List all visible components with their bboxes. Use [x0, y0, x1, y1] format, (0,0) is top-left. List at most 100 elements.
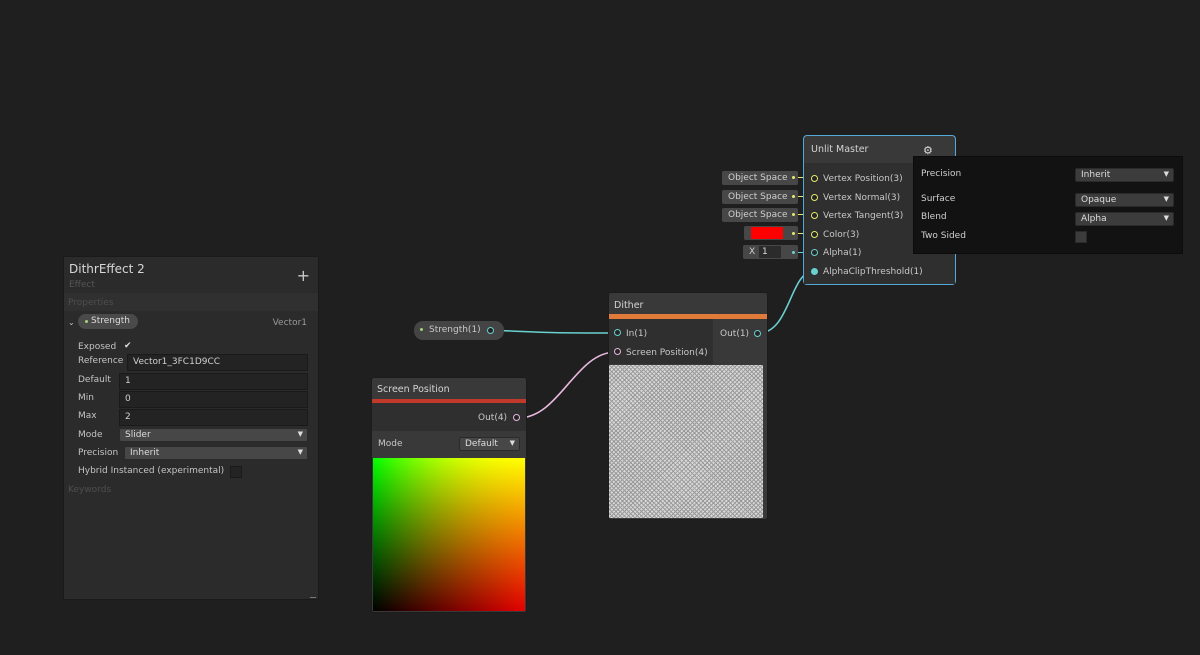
connector-dot-icon [792, 195, 795, 198]
alpha-port-label: Alpha(1) [823, 248, 862, 258]
screen-position-mode-label: Mode [378, 439, 403, 449]
vertex-tangent-space-input[interactable]: Object Space [722, 208, 798, 222]
hybrid-checkbox[interactable] [230, 466, 242, 478]
hybrid-label: Hybrid Instanced (experimental) [78, 466, 225, 476]
precision-row: Precision Inherit ▼ [64, 446, 318, 462]
dither-output-label: Out(1) [720, 329, 750, 339]
color-swatch[interactable] [751, 227, 783, 239]
dither-input-2-port[interactable] [614, 348, 621, 355]
two-sided-checkbox[interactable] [1075, 231, 1087, 243]
reference-row: Reference Vector1_3FC1D9CC [64, 354, 318, 371]
default-label: Default [78, 375, 111, 385]
settings-blend-label: Blend [921, 212, 947, 222]
screen-position-preview [373, 458, 525, 611]
wire-strength-to-dither [489, 329, 617, 334]
alpha-axis-label: X [749, 247, 756, 257]
dither-output-port[interactable] [754, 330, 761, 337]
dropdown-arrow-icon: ▼ [1163, 170, 1169, 178]
settings-blend-dropdown[interactable]: Alpha ▼ [1075, 212, 1174, 226]
settings-surface-value: Opaque [1081, 195, 1117, 205]
connector-dot-icon [792, 213, 795, 216]
unlit-master-title: Unlit Master [811, 144, 869, 155]
dither-input-1-port[interactable] [614, 329, 621, 336]
mode-row: Mode Slider ▼ [64, 428, 318, 444]
precision-dropdown[interactable]: Inherit ▼ [124, 446, 308, 460]
alpha-input[interactable]: X 1 [743, 245, 798, 259]
min-value: 0 [125, 394, 131, 404]
property-type: Vector1 [272, 318, 307, 328]
dropdown-arrow-icon: ▼ [1163, 195, 1169, 203]
settings-precision-dropdown[interactable]: Inherit ▼ [1075, 168, 1174, 182]
vertex-position-port[interactable] [811, 175, 818, 182]
precision-label: Precision [78, 448, 119, 458]
mode-dropdown[interactable]: Slider ▼ [119, 428, 308, 442]
screen-position-node[interactable]: Screen Position Out(4) Mode Default ▼ [371, 377, 527, 613]
master-settings-panel: Precision Inherit ▼ Surface Opaque ▼ Ble… [913, 156, 1183, 254]
wire-screenpos-to-dither [517, 351, 617, 419]
property-dot-icon [85, 320, 88, 323]
exposed-checkbox[interactable]: ✔ [124, 341, 132, 351]
resize-handle[interactable] [310, 597, 316, 598]
color-input[interactable] [744, 226, 798, 240]
space-input-label: Object Space [728, 173, 788, 183]
property-dot-icon [420, 328, 423, 331]
max-value: 2 [125, 412, 131, 422]
blackboard-title: DithrEffect 2 [69, 262, 145, 276]
strength-output-port[interactable] [487, 327, 494, 334]
dropdown-arrow-icon: ▼ [1163, 214, 1169, 222]
connector-dot-icon [792, 251, 795, 254]
settings-surface-label: Surface [921, 194, 956, 204]
alpha-port[interactable] [811, 249, 818, 256]
color-port[interactable] [811, 231, 818, 238]
vertex-normal-port[interactable] [811, 194, 818, 201]
mode-label: Mode [78, 430, 103, 440]
min-label: Min [78, 393, 94, 403]
strength-property-node[interactable]: Strength(1) [414, 321, 504, 340]
reference-value: Vector1_3FC1D9CC [133, 357, 221, 367]
add-property-icon[interactable]: + [297, 268, 310, 284]
default-row: Default 1 [64, 373, 318, 390]
vertex-tangent-port[interactable] [811, 212, 818, 219]
alpha-value: 1 [762, 247, 768, 257]
reference-field[interactable]: Vector1_3FC1D9CC [127, 354, 308, 371]
precision-value: Inherit [130, 448, 160, 458]
default-value: 1 [125, 376, 131, 386]
strength-property-pill[interactable]: Strength [78, 314, 138, 329]
space-input-label: Object Space [728, 210, 788, 220]
vertex-normal-space-input[interactable]: Object Space [722, 190, 798, 204]
alpha-value-field[interactable]: 1 [759, 246, 781, 258]
blackboard-panel: DithrEffect 2 Effect + Properties ⌄ Vect… [63, 256, 319, 600]
default-field[interactable]: 1 [119, 373, 308, 390]
alpha-clip-label: AlphaClipThreshold(1) [823, 267, 923, 277]
alpha-clip-port[interactable] [811, 268, 818, 275]
keywords-header: Keywords [68, 485, 112, 495]
chevron-down-icon[interactable]: ⌄ [68, 318, 75, 327]
vertex-position-label: Vertex Position(3) [823, 174, 903, 184]
reference-label: Reference [78, 356, 124, 366]
settings-surface-dropdown[interactable]: Opaque ▼ [1075, 193, 1174, 207]
screen-position-mode-dropdown[interactable]: Default ▼ [459, 437, 520, 451]
screen-position-title: Screen Position [377, 384, 450, 395]
dither-preview [609, 365, 763, 518]
settings-precision-label: Precision [921, 169, 962, 179]
dropdown-arrow-icon: ▼ [297, 448, 303, 456]
dither-input-1-label: In(1) [626, 329, 648, 339]
dropdown-arrow-icon: ▼ [509, 439, 515, 447]
screen-position-output-port[interactable] [513, 414, 520, 421]
dither-title: Dither [614, 300, 644, 311]
space-input-label: Object Space [728, 192, 788, 202]
screen-position-mode-value: Default [465, 439, 498, 449]
settings-two-sided-label: Two Sided [921, 231, 966, 241]
max-row: Max 2 [64, 409, 318, 426]
dropdown-arrow-icon: ▼ [297, 430, 303, 438]
max-field[interactable]: 2 [119, 409, 308, 426]
vertex-position-space-input[interactable]: Object Space [722, 171, 798, 185]
max-label: Max [78, 411, 97, 421]
dither-node[interactable]: Dither In(1) Screen Position(4) Out(1) [608, 292, 768, 520]
min-field[interactable]: 0 [119, 391, 308, 408]
exposed-label: Exposed [78, 342, 117, 352]
color-port-label: Color(3) [823, 230, 860, 240]
min-row: Min 0 [64, 391, 318, 408]
hybrid-row: Hybrid Instanced (experimental) [64, 464, 318, 480]
screen-position-output-label: Out(4) [478, 413, 508, 423]
